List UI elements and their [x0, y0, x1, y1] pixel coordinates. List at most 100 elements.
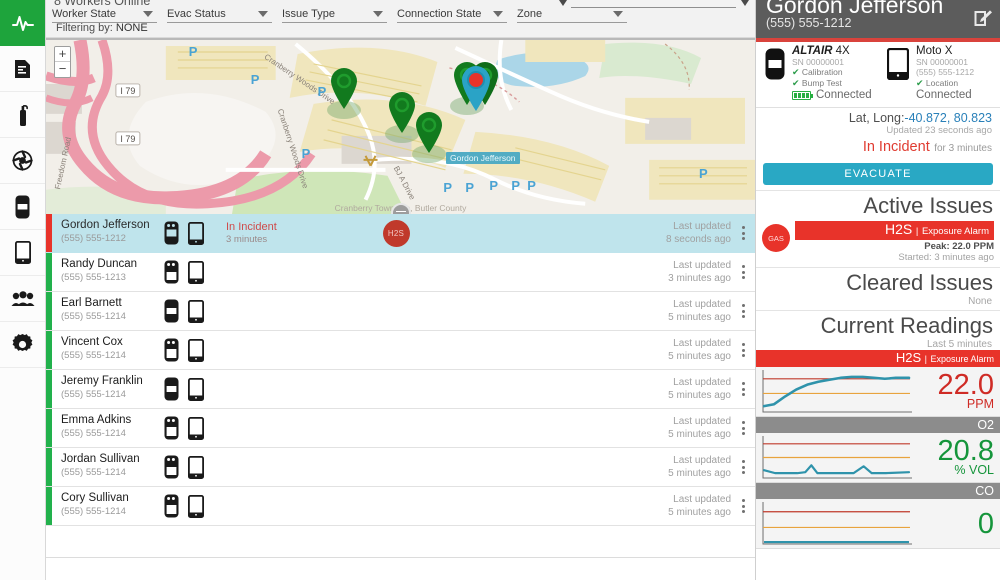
chevron-down-icon: [613, 11, 623, 17]
sidebar-item-settings[interactable]: [0, 322, 45, 368]
reading-card-co[interactable]: CO 0: [756, 483, 1000, 549]
table-row[interactable]: Gordon Jefferson (555) 555-1212: [46, 214, 755, 253]
incident-state: In Incident: [863, 139, 930, 155]
issue-alarm-type: Exposure Alarm: [922, 226, 989, 237]
updated-value: 5 minutes ago: [635, 467, 731, 480]
svg-text:P: P: [302, 146, 311, 161]
device-model: 4X: [832, 45, 849, 57]
worker-name: Earl Barnett: [61, 297, 164, 310]
map-zoom-controls[interactable]: + −: [54, 46, 71, 78]
map-view[interactable]: I 79 I 79 Cranberry Woods Drive Cranberr…: [46, 38, 755, 214]
detector-icon: [164, 377, 179, 401]
device-card-phone[interactable]: Moto X SN 00000001 (555) 555-1212 ✔ Loca…: [878, 46, 1000, 105]
tablet-icon: [188, 495, 204, 518]
map-zoom-out-button[interactable]: −: [55, 62, 70, 77]
edit-button[interactable]: [974, 8, 993, 32]
worker-detail-panel: Gordon Jefferson (555) 555-1212: [756, 0, 1000, 580]
svg-text:P: P: [511, 178, 520, 193]
latlong-value: -40.872, 80.823: [904, 111, 992, 125]
filter-worker-state[interactable]: Worker State: [52, 6, 157, 23]
row-filler: [446, 487, 635, 525]
row-identity: Vincent Cox (555) 555-1214: [52, 331, 164, 369]
center-column: 8 Workers Online Worker State Evac Statu…: [46, 0, 756, 580]
row-devices: [164, 487, 226, 525]
row-menu-button[interactable]: [731, 214, 755, 252]
worker-name: Jordan Sullivan: [61, 453, 164, 466]
row-identity: Jeremy Franklin (555) 555-1214: [52, 370, 164, 408]
table-row[interactable]: Jordan Sullivan (555) 555-1214: [46, 448, 755, 487]
row-menu-button[interactable]: [731, 448, 755, 486]
reading-unit: PPM: [912, 398, 994, 411]
filter-evac-status[interactable]: Evac Status: [167, 6, 272, 23]
row-menu-button[interactable]: [731, 370, 755, 408]
updated-label: Last updated: [635, 415, 731, 428]
filter-zone-label: Zone: [517, 8, 542, 20]
evacuate-button[interactable]: EVACUATE: [763, 163, 993, 185]
reading-header-co: CO: [756, 483, 1000, 499]
sidebar-item-sensor[interactable]: [0, 138, 45, 184]
row-menu-button[interactable]: [731, 409, 755, 447]
sidebar-item-reports[interactable]: [0, 46, 45, 92]
sidebar-item-dashboard[interactable]: [0, 0, 45, 46]
filter-zone[interactable]: Zone: [517, 6, 627, 23]
row-menu-button[interactable]: [731, 487, 755, 525]
gas-alarm-badge[interactable]: H2S: [383, 220, 410, 247]
table-row[interactable]: Earl Barnett (555) 555-1214: [46, 292, 755, 331]
rail-spacer: [0, 368, 45, 580]
sidebar-item-gas-cylinder[interactable]: [0, 92, 45, 138]
table-row[interactable]: Randy Duncan (555) 555-1213: [46, 253, 755, 292]
table-row[interactable]: Jeremy Franklin (555) 555-1214: [46, 370, 755, 409]
device-name: ALTAIR 4X: [792, 46, 872, 57]
filter-issue-type[interactable]: Issue Type: [282, 6, 387, 23]
map-pin-worker[interactable]: [387, 92, 417, 139]
edit-icon: [974, 8, 993, 27]
updated-value: 5 minutes ago: [635, 311, 731, 324]
svg-text:P: P: [699, 166, 708, 181]
row-menu-button[interactable]: [731, 331, 755, 369]
active-issue-item[interactable]: GAS H2S | Exposure Alarm Peak: 22.0 PPM …: [756, 219, 1000, 268]
reading-card-h2s[interactable]: H2S | Exposure Alarm 22.0: [756, 350, 1000, 417]
svg-text:I 79: I 79: [120, 86, 135, 96]
row-identity: Emma Adkins (555) 555-1214: [52, 409, 164, 447]
reading-body-o2: 20.8 % VOL: [756, 433, 1000, 482]
row-devices: [164, 370, 226, 408]
row-menu-button[interactable]: [731, 292, 755, 330]
row-issue: [346, 253, 446, 291]
row-updated: Last updated 5 minutes ago: [635, 487, 731, 525]
map-pin-label: Gordon Jefferson: [446, 152, 520, 164]
row-menu-button[interactable]: [731, 253, 755, 291]
table-row[interactable]: Emma Adkins (555) 555-1214: [46, 409, 755, 448]
device-card-detector[interactable]: ALTAIR 4X SN 00000001 ✔ Calibration ✔ Bu…: [756, 46, 878, 105]
sidebar-item-detector[interactable]: [0, 184, 45, 230]
device-summary: ALTAIR 4X SN 00000001 ✔ Calibration ✔ Bu…: [756, 42, 1000, 108]
updated-value: 5 minutes ago: [635, 389, 731, 402]
reading-chart-co: [761, 502, 912, 545]
chevron-down-icon: [143, 11, 153, 17]
map-zoom-in-button[interactable]: +: [55, 47, 70, 62]
row-updated: Last updated 5 minutes ago: [635, 292, 731, 330]
map-pin-worker[interactable]: [329, 68, 359, 115]
updated-label: Last updated: [635, 376, 731, 389]
row-identity: Jordan Sullivan (555) 555-1214: [52, 448, 164, 486]
table-row[interactable]: Cory Sullivan (555) 555-1214: [46, 487, 755, 526]
table-row[interactable]: Vincent Cox (555) 555-1214: [46, 331, 755, 370]
device-info: ALTAIR 4X SN 00000001 ✔ Calibration ✔ Bu…: [792, 46, 872, 105]
chevron-down-icon: [493, 11, 503, 17]
sensor-icon: [12, 150, 33, 171]
current-readings-sub: Last 5 minutes: [756, 339, 1000, 350]
worker-name: Cory Sullivan: [61, 492, 164, 505]
filter-evac-status-label: Evac Status: [167, 8, 226, 20]
issue-peak: Peak: 22.0 PPM: [795, 240, 994, 252]
worker-name: Vincent Cox: [61, 336, 164, 349]
detector-icon: [164, 494, 179, 518]
reading-card-o2[interactable]: O2 20.8 % VOL: [756, 417, 1000, 483]
sidebar-item-mobile[interactable]: [0, 230, 45, 276]
map-pin-selected-worker[interactable]: [460, 66, 492, 117]
filter-connection-state[interactable]: Connection State: [397, 6, 507, 23]
device-serial: SN 00000001: [916, 57, 974, 68]
sidebar-item-workers[interactable]: [0, 276, 45, 322]
map-pin-worker[interactable]: [414, 112, 444, 159]
device-check-bump: ✔ Bump Test: [792, 78, 872, 89]
sparkline-co: [761, 502, 912, 545]
tablet-icon: [188, 300, 204, 323]
